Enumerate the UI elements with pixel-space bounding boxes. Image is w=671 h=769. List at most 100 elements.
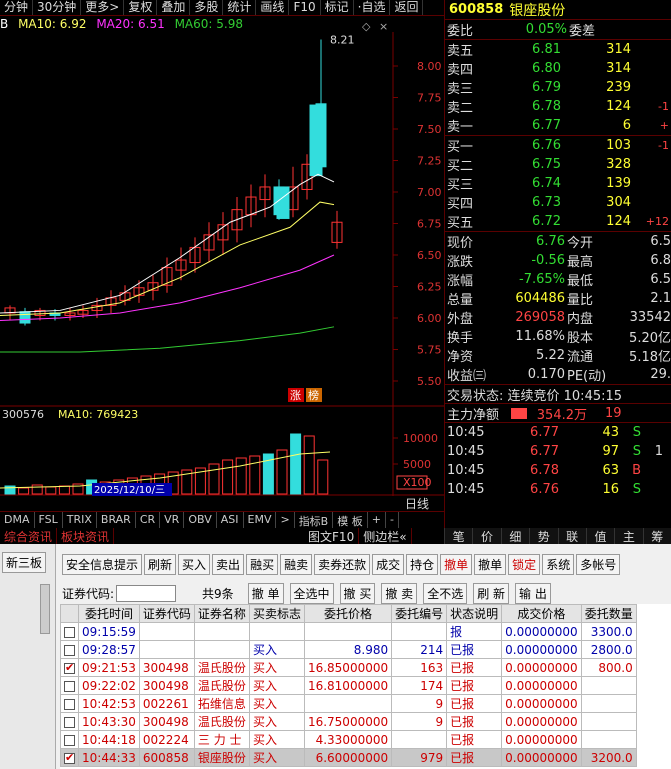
order-action-button[interactable]: 撤 卖 [381, 582, 418, 604]
column-header[interactable]: 委托价格 [303, 604, 393, 623]
table-row[interactable]: 10:43:30 300498 温氏股份 买入 16.75000000 9 已报 0.0000… [60, 712, 637, 731]
indicator-tab[interactable]: ASI [217, 512, 244, 528]
scrollbar[interactable] [40, 584, 50, 634]
table-row[interactable]: 09:21:53300498温氏股份买入16.85000000163已报0.00… [60, 658, 637, 677]
candlestick-chart[interactable]: 8.00 7.75 7.50 7.25 7.00 6.75 6.50 6.25 6.00 5.75… [0, 16, 444, 410]
row-checkbox[interactable] [64, 626, 75, 638]
order-action-button[interactable]: 刷 新 [473, 582, 510, 604]
trade-button[interactable]: 买入 [178, 554, 211, 575]
trade-button[interactable]: 多帐号 [576, 554, 621, 575]
quote-tab[interactable]: 联 [557, 528, 586, 544]
indicator-tab[interactable]: BRAR [97, 512, 136, 528]
table-row[interactable]: 10:44:33600858银座股份买入6.60000000979已报0.000… [60, 748, 637, 767]
row-checkbox[interactable] [64, 661, 75, 674]
toolbar-item[interactable]: 返回 [390, 0, 424, 15]
diamond-icon[interactable]: ◇ [362, 20, 371, 33]
table-row[interactable]: 10:42:53 002261 拓维信息 买入 9 已报 0.00000000 [60, 694, 637, 713]
indicator-tab[interactable]: OBV [184, 512, 217, 528]
news-tab[interactable]: 板块资讯 [57, 528, 115, 544]
toolbar-item[interactable]: 复权 [124, 0, 158, 15]
column-header[interactable]: 买卖标志 [248, 604, 305, 623]
trade-button[interactable]: 系统 [542, 554, 575, 575]
indicator-tab[interactable]: 指标B [295, 512, 334, 528]
toolbar-item[interactable]: 统计 [223, 0, 257, 15]
column-header[interactable]: 证券名称 [193, 604, 250, 623]
toolbar-item[interactable]: 多股 [190, 0, 224, 15]
row-checkbox-cell[interactable] [60, 694, 79, 713]
quote-tab[interactable]: 势 [529, 528, 557, 544]
column-header[interactable]: 状态说明 [446, 604, 503, 623]
toolbar-item[interactable]: F10 [289, 0, 321, 15]
quote-tab[interactable]: 主 [614, 528, 642, 544]
row-checkbox[interactable] [64, 680, 75, 692]
table-row[interactable]: 10:44:18 002224 三 力 士买入 4.33000000 已报 0.00000… [60, 730, 637, 749]
quote-tab[interactable]: 值 [585, 528, 614, 544]
quote-tab[interactable]: 细 [500, 528, 529, 544]
indicator-tab[interactable]: - [386, 512, 399, 528]
indicator-tab[interactable]: CR [136, 512, 161, 528]
cell-status: 已报 [446, 676, 503, 695]
volume-chart[interactable]: 300576 MA10: 769423100005000X1002025/12/1… [0, 406, 444, 496]
news-tab[interactable]: 图文F10 [304, 528, 360, 544]
column-header[interactable]: 成交价格 [501, 604, 582, 623]
column-header[interactable]: 证券代码 [138, 604, 195, 623]
column-header[interactable]: 委托时间 [78, 604, 140, 623]
trade-button[interactable]: 卖出 [212, 554, 245, 575]
indicator-tab[interactable]: VR [160, 512, 185, 528]
row-checkbox[interactable] [64, 644, 75, 656]
row-checkbox-cell[interactable] [60, 640, 79, 659]
quote-tab[interactable]: 筹 [642, 528, 671, 544]
indicator-tab[interactable]: DMA [0, 512, 35, 528]
trade-button[interactable]: 撤单 [440, 554, 473, 575]
new-third-board-tab[interactable]: 新三板 [2, 552, 47, 573]
table-row[interactable]: 09:22:02 300498 温氏股份 买入 16.81000000 174 已报 0.00… [60, 676, 637, 695]
toolbar-item[interactable]: 更多> [81, 0, 125, 15]
row-checkbox[interactable] [64, 716, 75, 728]
indicator-tab[interactable]: + [368, 512, 386, 528]
order-action-button[interactable]: 全不选 [423, 582, 468, 604]
news-tab[interactable]: 综合资讯 [0, 528, 58, 544]
order-action-button[interactable]: 撤 单 [247, 582, 284, 604]
column-header[interactable]: 委托数量 [580, 604, 637, 623]
order-action-button[interactable]: 撤 买 [339, 582, 376, 604]
row-checkbox-cell[interactable] [60, 676, 79, 695]
news-tab[interactable]: 侧边栏« [359, 528, 412, 544]
indicator-tab[interactable]: FSL [35, 512, 63, 528]
toolbar-item[interactable]: 画线 [256, 0, 290, 15]
row-checkbox-cell[interactable] [60, 748, 79, 767]
toolbar-item[interactable]: 分钟 [0, 0, 34, 15]
row-checkbox[interactable] [64, 698, 75, 710]
toolbar-item[interactable]: ·自选 [354, 0, 391, 15]
row-checkbox[interactable] [64, 751, 75, 764]
row-checkbox-cell[interactable] [60, 712, 79, 731]
indicator-tab[interactable]: EMV [244, 512, 277, 528]
row-checkbox[interactable] [64, 734, 75, 746]
trade-button[interactable]: 撤单 [474, 554, 507, 575]
trade-button[interactable]: 卖券还款 [314, 554, 371, 575]
column-header[interactable]: 委托编号 [391, 604, 448, 623]
quote-tab[interactable]: 笔 [444, 528, 472, 544]
table-row[interactable]: 09:28:57 买入 8.980 214 已报 0.00000000 2800.0 [60, 640, 637, 659]
trade-button[interactable]: 安全信息提示 [62, 554, 143, 575]
indicator-tab[interactable]: 模 板 [333, 512, 368, 528]
close-icon[interactable]: × [379, 20, 388, 33]
indicator-tab[interactable]: TRIX [63, 512, 97, 528]
trade-button[interactable]: 融买 [246, 554, 279, 575]
trade-button[interactable]: 融卖 [280, 554, 313, 575]
row-checkbox-cell[interactable] [60, 730, 79, 749]
trade-button[interactable]: 锁定 [508, 554, 541, 575]
row-checkbox-cell[interactable] [60, 622, 79, 641]
trade-button[interactable]: 成交 [372, 554, 405, 575]
indicator-tab[interactable]: > [276, 512, 295, 528]
quote-tab[interactable]: 价 [472, 528, 500, 544]
table-row[interactable]: 09:15:59 报 0.00000000 3300.0 [60, 622, 637, 641]
trade-button[interactable]: 刷新 [144, 554, 177, 575]
order-action-button[interactable]: 全选中 [289, 582, 334, 604]
toolbar-item[interactable]: 标记 [321, 0, 354, 15]
order-action-button[interactable]: 输 出 [515, 582, 551, 604]
trade-button[interactable]: 持仓 [406, 554, 439, 575]
code-input[interactable] [116, 584, 177, 602]
toolbar-item[interactable]: 30分钟 [33, 0, 82, 15]
row-checkbox-cell[interactable] [60, 658, 79, 677]
toolbar-item[interactable]: 叠加 [157, 0, 191, 15]
